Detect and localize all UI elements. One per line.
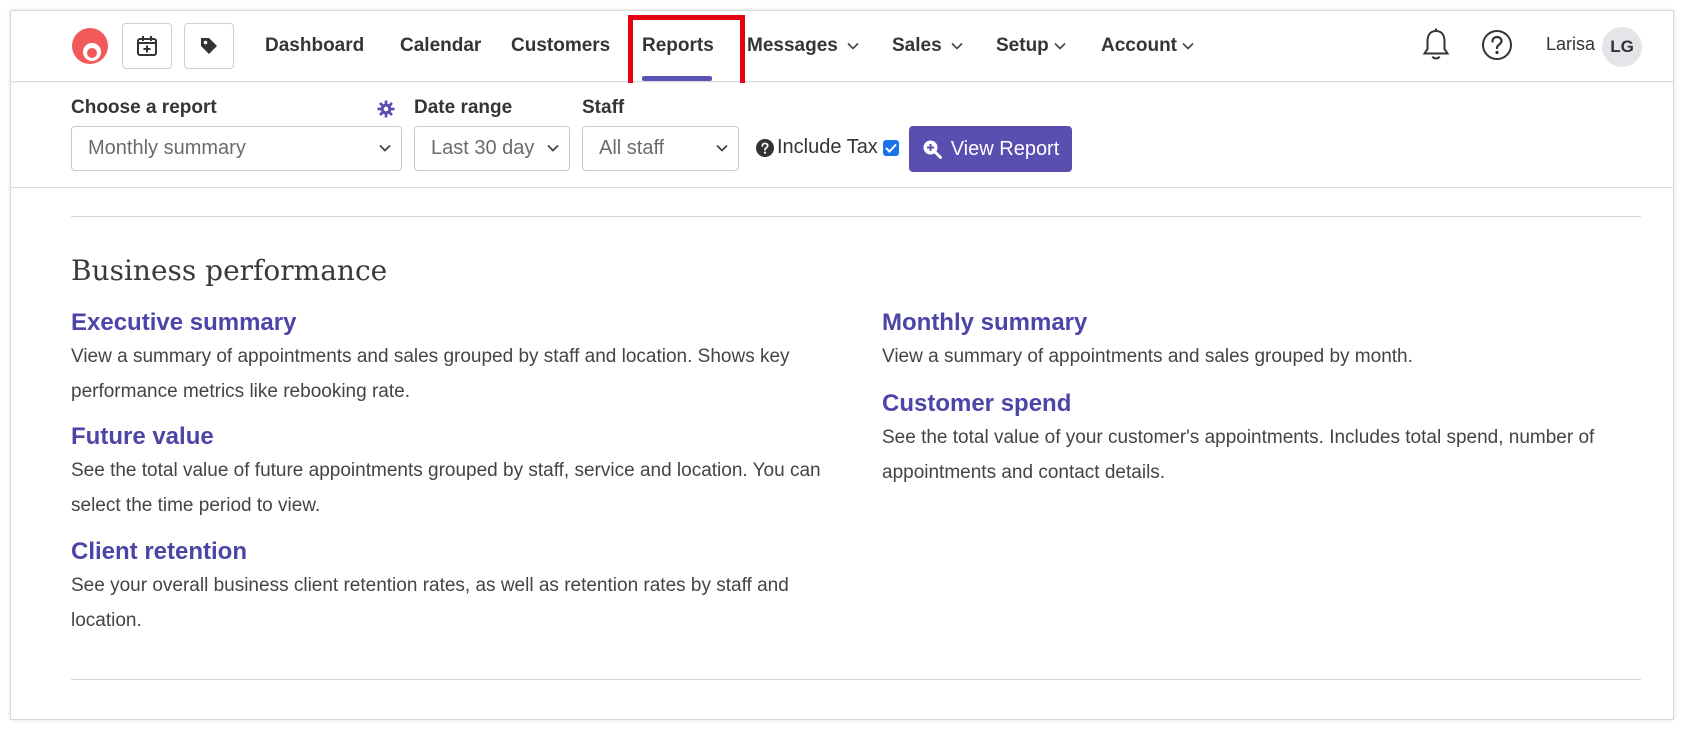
report-controls: Choose a report Date range Staff Monthly…	[11, 83, 1673, 188]
chevron-down-icon	[716, 144, 728, 152]
date-range-value: Last 30 days	[431, 137, 535, 159]
nav-setup[interactable]: Setup	[996, 33, 1066, 59]
view-report-label: View Report	[950, 137, 1060, 160]
date-range-label: Date range	[414, 97, 513, 118]
report-description: See the total value of future appointmen…	[71, 460, 821, 516]
avatar[interactable]: LG	[1602, 27, 1642, 67]
report-client-retention: Client retention See your overall busine…	[71, 536, 831, 638]
choose-report-label: Choose a report	[71, 97, 217, 118]
staff-select[interactable]: All staff	[582, 126, 739, 171]
include-tax-control: Include Tax	[756, 136, 899, 159]
section-title: Business performance	[71, 254, 388, 287]
calendar-add-icon	[137, 36, 157, 56]
app-window: Dashboard Calendar Customers Reports Mes…	[10, 10, 1674, 720]
nav-label: Messages	[747, 35, 838, 56]
report-monthly-summary: Monthly summary View a summary of appoin…	[882, 307, 1647, 374]
include-tax-label: Include Tax	[777, 136, 878, 158]
report-description: See the total value of your customer's a…	[882, 427, 1595, 483]
report-link[interactable]: Customer spend	[882, 388, 1647, 420]
report-executive-summary: Executive summary View a summary of appo…	[71, 307, 831, 409]
section-divider	[71, 679, 1641, 680]
staff-select-value: All staff	[599, 137, 665, 159]
section-divider	[71, 216, 1641, 217]
nav-label: Calendar	[400, 35, 482, 56]
nav-reports[interactable]: Reports	[642, 33, 714, 59]
report-customer-spend: Customer spend See the total value of yo…	[882, 388, 1647, 490]
report-description: View a summary of appointments and sales…	[882, 346, 1413, 367]
help-circle-icon[interactable]	[756, 138, 774, 157]
add-appointment-button[interactable]	[122, 23, 172, 69]
report-select[interactable]: Monthly summary	[71, 126, 402, 171]
nav-calendar[interactable]: Calendar	[400, 33, 481, 59]
chevron-down-icon	[379, 144, 391, 152]
include-tax-checkbox[interactable]	[882, 139, 899, 156]
report-link[interactable]: Executive summary	[71, 307, 831, 339]
report-future-value: Future value See the total value of futu…	[71, 421, 831, 523]
report-select-value: Monthly summary	[88, 137, 246, 159]
user-name[interactable]: Larisa	[1546, 34, 1595, 55]
bell-icon[interactable]	[1421, 28, 1451, 62]
gear-icon[interactable]	[377, 100, 395, 118]
nav-label: Setup	[996, 35, 1049, 56]
report-description: View a summary of appointments and sales…	[71, 346, 790, 402]
nav-label: Dashboard	[265, 35, 365, 56]
tag-icon	[201, 38, 217, 54]
report-description: See your overall business client retenti…	[71, 575, 789, 631]
nav-account[interactable]: Account	[1101, 33, 1194, 59]
nav-label: Account	[1101, 35, 1177, 56]
nav-customers[interactable]: Customers	[511, 33, 610, 59]
active-tab-indicator	[642, 76, 712, 81]
chevron-down-icon	[1182, 42, 1194, 50]
top-navigation: Dashboard Calendar Customers Reports Mes…	[11, 11, 1673, 92]
chevron-down-icon	[951, 42, 963, 50]
nav-messages[interactable]: Messages	[747, 33, 859, 59]
nav-sales[interactable]: Sales	[892, 33, 963, 59]
report-link[interactable]: Future value	[71, 421, 831, 453]
help-circle-icon[interactable]	[1481, 29, 1513, 61]
nav-label: Reports	[642, 35, 714, 56]
staff-label: Staff	[582, 97, 625, 118]
search-plus-icon	[923, 140, 942, 159]
checkmark-icon	[885, 143, 897, 153]
chevron-down-icon	[847, 42, 859, 50]
quick-sale-button[interactable]	[184, 23, 234, 69]
report-link[interactable]: Client retention	[71, 536, 831, 568]
nav-dashboard[interactable]: Dashboard	[265, 33, 364, 59]
chevron-down-icon	[1054, 42, 1066, 50]
nav-label: Sales	[892, 35, 942, 56]
date-range-select[interactable]: Last 30 days	[414, 126, 570, 171]
view-report-button[interactable]: View Report	[909, 126, 1072, 172]
report-link[interactable]: Monthly summary	[882, 307, 1647, 339]
app-logo-icon[interactable]	[71, 27, 109, 65]
nav-label: Customers	[511, 35, 611, 56]
chevron-down-icon	[547, 144, 559, 152]
